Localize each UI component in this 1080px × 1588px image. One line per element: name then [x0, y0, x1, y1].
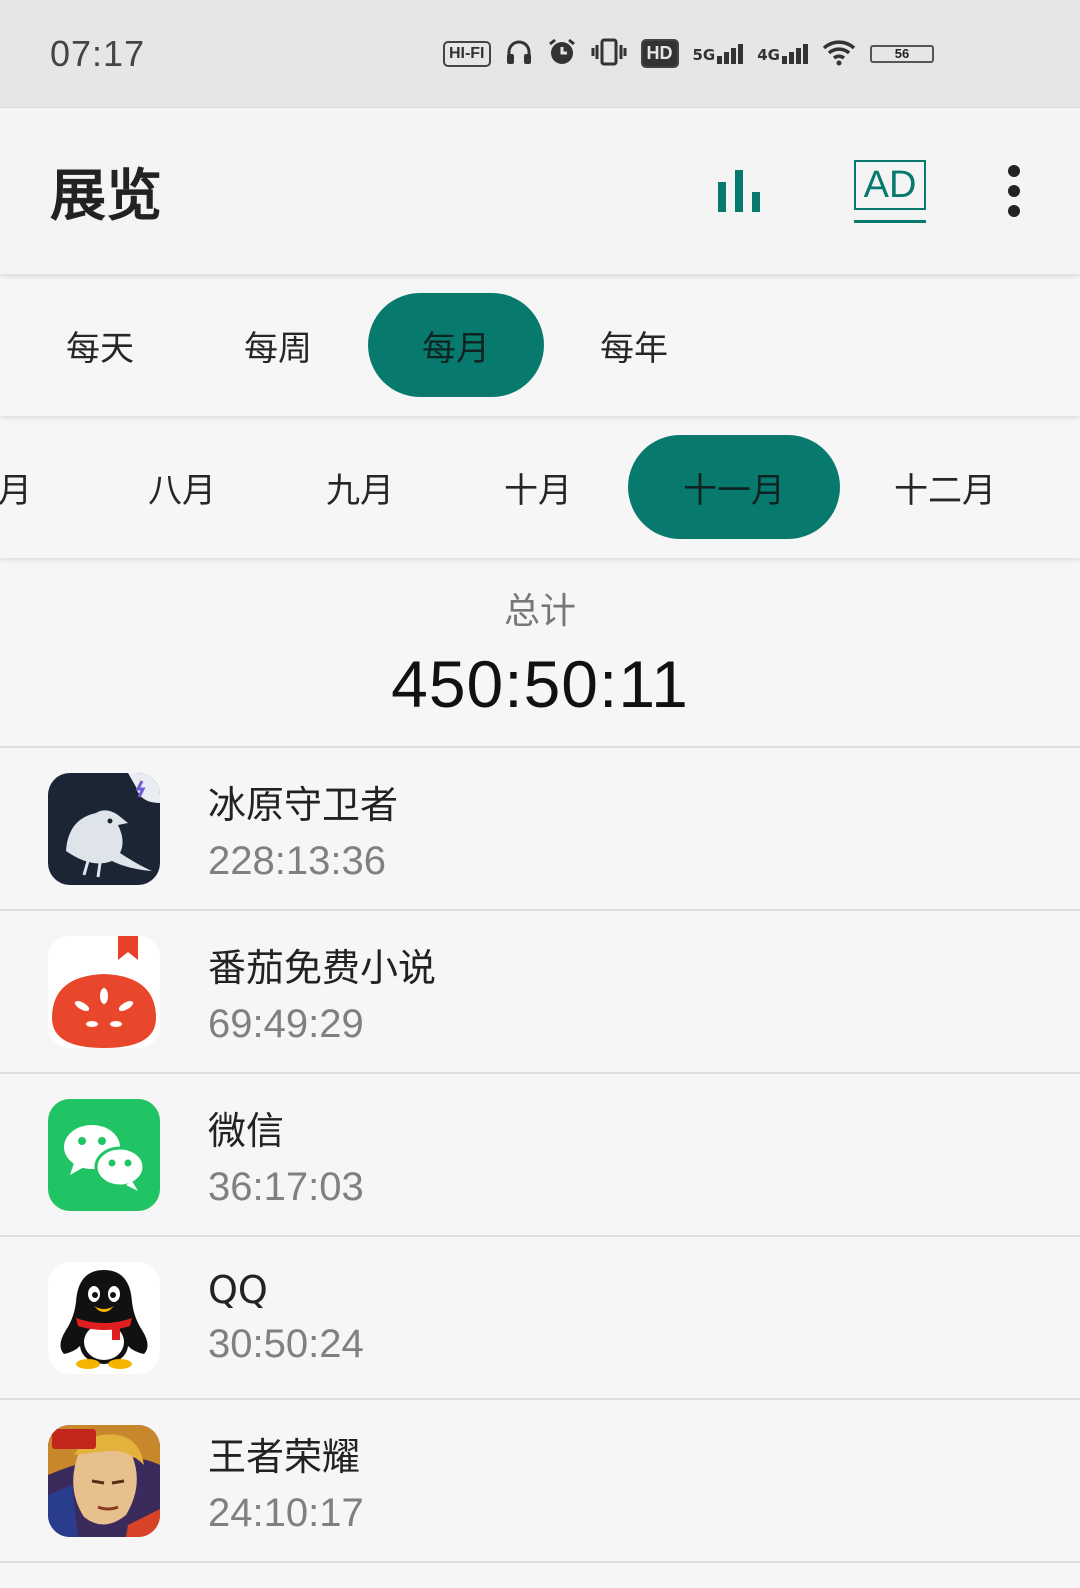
app-info: 王者荣耀 24:10:17: [208, 1426, 364, 1536]
app-usage-time: 24:10:17: [208, 1490, 364, 1535]
app-name: 冰原守卫者: [208, 782, 399, 827]
tab-month-dec[interactable]: 十二月: [870, 435, 1020, 539]
app-info: 冰原守卫者 228:13:36: [208, 774, 398, 884]
tab-label: 每天: [66, 328, 134, 369]
app-usage-time: 228:13:36: [208, 838, 386, 883]
status-time: 07:17: [50, 32, 146, 74]
page-title: 展览: [50, 163, 162, 229]
tab-label: 八月: [148, 470, 216, 511]
tab-label: 九月: [326, 470, 394, 511]
tab-label: 十二月: [894, 470, 996, 511]
headphones-icon: [505, 38, 533, 70]
ad-button[interactable]: AD: [854, 159, 926, 223]
net-5g-label: 5G: [692, 45, 716, 64]
tab-daily[interactable]: 每天: [30, 293, 170, 397]
app-name: 王者荣耀: [208, 1434, 361, 1479]
tab-label: 每年: [600, 328, 668, 369]
status-icons: HI-FI HD 5G 4G 56: [442, 37, 1030, 71]
hifi-icon: HI-FI: [442, 40, 491, 67]
tab-month-jul[interactable]: 七月: [0, 435, 40, 539]
period-tabs: 每天 每周 每月 每年: [0, 274, 1080, 416]
tab-label: 十一月: [683, 470, 785, 511]
app-info: 微信 36:17:03: [208, 1100, 364, 1210]
app-usage-time: 30:50:24: [208, 1322, 364, 1366]
tab-monthly[interactable]: 每月: [368, 293, 544, 397]
app-usage-list: 冰原守卫者 228:13:36 番茄免费小说 69:49:29 微信 36:17…: [0, 748, 1080, 1563]
honor-of-kings-icon: [48, 1424, 160, 1537]
list-item[interactable]: 微信 36:17:03: [0, 1074, 1080, 1237]
qq-penguin-icon: [48, 1261, 160, 1374]
ad-underline: [854, 219, 926, 223]
tab-label: 七月: [0, 470, 32, 511]
status-bar: 07:17 HI-FI HD 5G 4G 56: [0, 0, 1080, 108]
net-4g-label: 4G: [757, 45, 780, 64]
app-usage-time: 36:17:03: [208, 1164, 364, 1209]
vibrate-icon: [591, 37, 627, 71]
app-name: 番茄免费小说: [208, 945, 437, 990]
tab-yearly[interactable]: 每年: [564, 293, 704, 397]
more-options-icon[interactable]: [998, 155, 1030, 227]
chart-button[interactable]: [704, 156, 774, 226]
tab-month-nov[interactable]: 十一月: [628, 435, 840, 539]
tomato-novel-icon: [48, 935, 160, 1048]
app-info: QQ 30:50:24: [208, 1268, 364, 1367]
total-value: 450:50:11: [391, 647, 689, 721]
wechat-icon: [48, 1098, 160, 1211]
raven-game-icon: [48, 772, 160, 885]
tab-label: 十月: [504, 470, 572, 511]
signal-5g-icon: 5G: [692, 43, 744, 64]
tab-label: 每月: [422, 328, 490, 369]
signal-4g-icon: 4G: [757, 43, 808, 64]
list-item[interactable]: 冰原守卫者 228:13:36: [0, 748, 1080, 911]
app-info: 番茄免费小说 69:49:29: [208, 937, 436, 1047]
app-usage-time: 69:49:29: [208, 1001, 364, 1046]
app-name: QQ: [208, 1268, 268, 1312]
alarm-icon: [547, 37, 577, 71]
tab-label: 每周: [244, 328, 312, 369]
total-label: 总计: [503, 591, 576, 632]
bar-chart-icon: [718, 170, 760, 212]
list-item[interactable]: 番茄免费小说 69:49:29: [0, 911, 1080, 1074]
list-item[interactable]: QQ 30:50:24: [0, 1237, 1080, 1400]
tab-month-aug[interactable]: 八月: [112, 435, 252, 539]
tab-weekly[interactable]: 每周: [208, 293, 348, 397]
wifi-icon: [822, 38, 856, 70]
tab-month-oct[interactable]: 十月: [468, 435, 608, 539]
app-bar: 展览 AD: [0, 108, 1080, 274]
total-summary: 总计 450:50:11: [0, 558, 1080, 748]
ad-label: AD: [854, 159, 926, 210]
app-name: 微信: [208, 1108, 285, 1153]
month-tabs: 七月 八月 九月 十月 十一月 十二月: [0, 416, 1080, 558]
battery-icon: 56: [870, 44, 934, 63]
hd-volte-icon: HD: [640, 39, 679, 68]
list-item[interactable]: 王者荣耀 24:10:17: [0, 1400, 1080, 1563]
tab-month-sep[interactable]: 九月: [290, 435, 430, 539]
